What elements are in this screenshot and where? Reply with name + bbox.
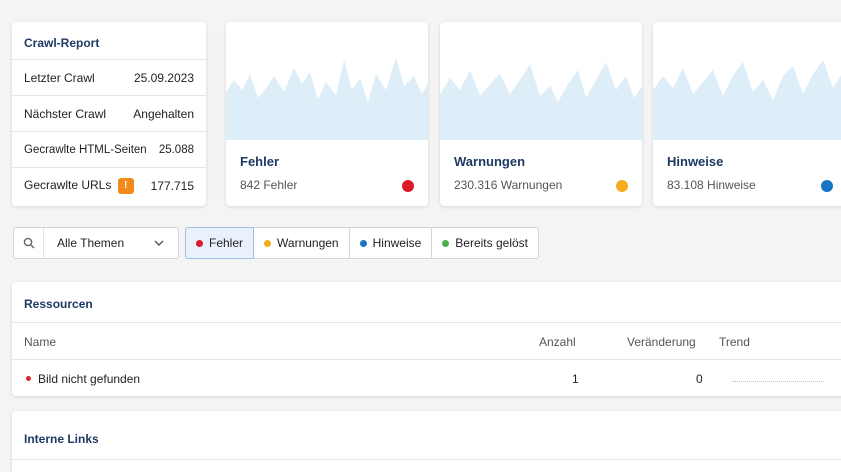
table-header: Name Anzahl Veränderung Trend bbox=[12, 323, 841, 360]
crawl-row-value: 177.715 bbox=[150, 179, 194, 193]
chip-label: Warnungen bbox=[277, 236, 339, 250]
trend-sparkline bbox=[732, 381, 824, 382]
crawl-row-label-wrap: Gecrawlte URLs ! bbox=[24, 178, 134, 194]
panel-title: Ressourcen bbox=[12, 282, 841, 323]
row-name[interactable]: Bild nicht gefunden bbox=[38, 372, 140, 386]
interne-links-panel: Interne Links bbox=[12, 411, 841, 472]
column-trend: Trend bbox=[719, 335, 750, 349]
sparkline-chart bbox=[440, 62, 642, 140]
crawl-row-value: 25.09.2023 bbox=[133, 70, 194, 85]
metric-card-fehler[interactable]: Fehler 842 Fehler bbox=[226, 22, 428, 206]
chip-bereits-geloest[interactable]: Bereits gelöst bbox=[432, 227, 539, 259]
crawl-row-label: Gecrawlte URLs bbox=[24, 178, 112, 193]
crawl-report-title: Crawl-Report bbox=[12, 22, 206, 60]
red-dot-icon bbox=[26, 376, 31, 381]
crawl-row-label: Nächster Crawl bbox=[24, 106, 107, 121]
severity-filter-chips: Fehler Warnungen Hinweise Bereits gelöst bbox=[185, 227, 539, 259]
column-name[interactable]: Name bbox=[24, 335, 56, 349]
crawl-row-next: Nächster Crawl Angehalten bbox=[12, 96, 206, 132]
crawl-row-html-pages: Gecrawlte HTML-Seiten 25.088 bbox=[12, 132, 206, 168]
crawl-row-urls: Gecrawlte URLs ! 177.715 bbox=[12, 168, 206, 204]
row-change: 0 bbox=[696, 372, 703, 386]
chip-label: Bereits gelöst bbox=[455, 236, 528, 250]
red-status-dot-icon bbox=[402, 180, 414, 192]
yellow-dot-icon bbox=[264, 239, 272, 247]
ressourcen-panel: Ressourcen Name Anzahl Veränderung Trend… bbox=[12, 282, 841, 396]
chip-label: Hinweise bbox=[372, 236, 422, 250]
metric-subtitle: 83.108 Hinweise bbox=[667, 178, 756, 192]
metric-card-warnungen[interactable]: Warnungen 230.316 Warnungen bbox=[440, 22, 642, 206]
metric-title: Fehler bbox=[240, 154, 280, 169]
crawl-row-value: 25.088 bbox=[158, 143, 194, 156]
chip-warnungen[interactable]: Warnungen bbox=[254, 227, 350, 259]
crawl-report-card: Crawl-Report Letzter Crawl 25.09.2023 Nä… bbox=[12, 22, 206, 206]
row-count: 1 bbox=[572, 372, 579, 386]
metric-title: Warnungen bbox=[454, 154, 526, 169]
red-dot-icon bbox=[196, 239, 203, 247]
column-anzahl[interactable]: Anzahl bbox=[539, 335, 576, 349]
metric-title: Hinweise bbox=[667, 154, 724, 169]
topic-filter: Alle Themen bbox=[13, 227, 179, 259]
table-row[interactable]: Bild nicht gefunden 1 0 bbox=[12, 360, 841, 396]
chevron-down-icon[interactable] bbox=[154, 238, 178, 249]
panel-title: Interne Links bbox=[12, 411, 841, 460]
crawl-row-value: Angehalten bbox=[133, 106, 194, 121]
metric-card-hinweise[interactable]: Hinweise 83.108 Hinweise bbox=[653, 22, 841, 206]
crawl-row-label: Gecrawlte HTML-Seiten bbox=[24, 143, 147, 156]
green-dot-icon bbox=[442, 239, 450, 247]
warning-badge-icon[interactable]: ! bbox=[117, 178, 134, 194]
sparkline-chart bbox=[653, 60, 841, 140]
chip-hinweise[interactable]: Hinweise bbox=[349, 227, 433, 259]
crawl-row-last: Letzter Crawl 25.09.2023 bbox=[12, 60, 206, 96]
yellow-status-dot-icon bbox=[616, 180, 628, 192]
search-icon[interactable] bbox=[14, 228, 44, 258]
crawl-row-label: Letzter Crawl bbox=[24, 70, 95, 85]
chip-fehler[interactable]: Fehler bbox=[185, 227, 255, 259]
metric-subtitle: 842 Fehler bbox=[240, 178, 298, 192]
chip-label: Fehler bbox=[209, 236, 244, 250]
blue-dot-icon bbox=[359, 239, 367, 247]
column-veraenderung[interactable]: Veränderung bbox=[627, 335, 696, 349]
blue-status-dot-icon bbox=[821, 180, 833, 192]
topics-select[interactable]: Alle Themen bbox=[44, 236, 154, 250]
sparkline-chart bbox=[226, 58, 428, 140]
metric-subtitle: 230.316 Warnungen bbox=[454, 178, 563, 192]
